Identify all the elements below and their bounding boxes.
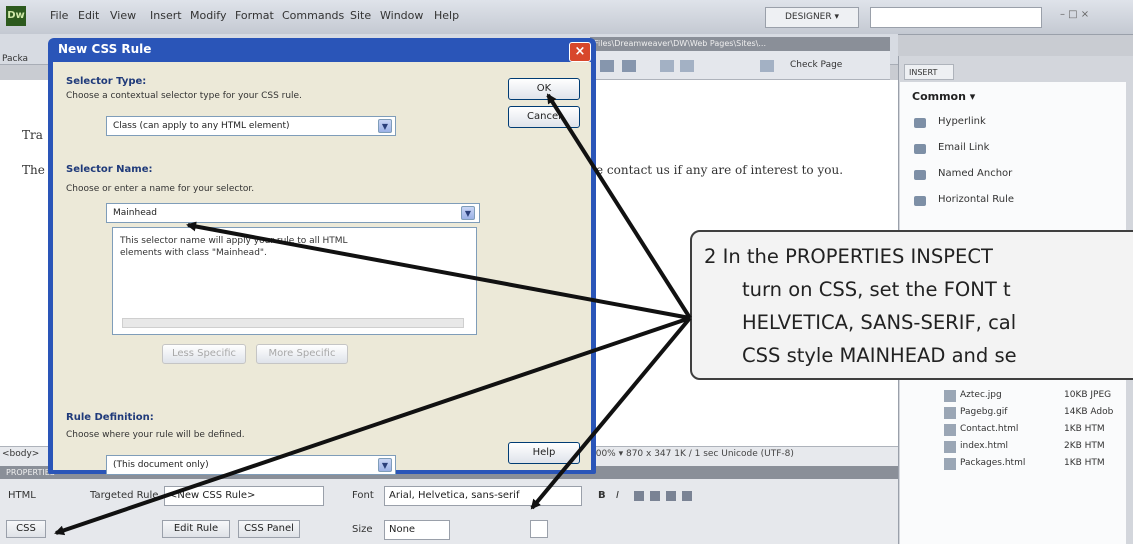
document-text-line: Tra bbox=[22, 128, 43, 142]
file-meta: 1KB HTM bbox=[1064, 458, 1105, 468]
horizontal-rule-icon bbox=[914, 196, 926, 206]
menu-commands[interactable]: Commands bbox=[282, 9, 344, 22]
instruction-line: turn on CSS, set the FONT t bbox=[742, 278, 1011, 301]
check-page-button[interactable]: Check Page bbox=[790, 60, 842, 70]
document-text-line: e contact us if any are of interest to y… bbox=[596, 163, 844, 177]
rule-definition-desc: Choose where your rule will be defined. bbox=[66, 430, 245, 440]
selector-type-desc: Choose a contextual selector type for yo… bbox=[66, 91, 302, 101]
targeted-rule-select[interactable]: <New CSS Rule> bbox=[164, 486, 324, 506]
menu-file[interactable]: File bbox=[50, 9, 68, 22]
email-link-icon bbox=[914, 144, 926, 154]
chevron-down-icon[interactable]: ▼ bbox=[378, 119, 392, 133]
insert-item[interactable]: Email Link bbox=[938, 142, 989, 153]
css-toggle[interactable]: CSS bbox=[6, 520, 46, 538]
help-button[interactable]: Help bbox=[508, 442, 580, 464]
size-label: Size bbox=[352, 524, 373, 535]
close-icon[interactable]: × bbox=[569, 42, 591, 62]
menu-site[interactable]: Site bbox=[350, 9, 371, 22]
instruction-line: HELVETICA, SANS-SERIF, cal bbox=[742, 311, 1017, 334]
chevron-down-icon[interactable]: ▼ bbox=[461, 206, 475, 220]
italic-button[interactable]: I bbox=[616, 490, 619, 501]
cancel-button[interactable]: Cancel bbox=[508, 106, 580, 128]
size-select[interactable]: None bbox=[384, 520, 450, 540]
document-text-line: The bbox=[22, 163, 45, 177]
menu-view[interactable]: View bbox=[110, 9, 136, 22]
selector-name-input[interactable]: Mainhead bbox=[106, 203, 480, 223]
browser-preview-icon[interactable] bbox=[660, 60, 674, 72]
ok-button[interactable]: OK bbox=[508, 78, 580, 100]
align-icons[interactable] bbox=[634, 491, 694, 501]
insert-item[interactable]: Horizontal Rule bbox=[938, 194, 1014, 205]
menu-format[interactable]: Format bbox=[235, 9, 274, 22]
file-meta: 14KB Adob bbox=[1064, 407, 1114, 417]
document-path: Files\Dreamweaver\DW\Web Pages\Sites\... bbox=[590, 37, 890, 51]
horizontal-scrollbar[interactable] bbox=[122, 318, 464, 328]
visual-aids-icon[interactable] bbox=[760, 60, 774, 72]
rule-definition-select[interactable]: (This document only) bbox=[106, 455, 396, 475]
insert-item[interactable]: Named Anchor bbox=[938, 168, 1012, 179]
status-info: 100% ▾ 870 x 347 1K / 1 sec Unicode (UTF… bbox=[590, 449, 794, 459]
search-input[interactable] bbox=[870, 7, 1042, 28]
app-logo: Dw bbox=[6, 6, 26, 26]
rule-definition-title: Rule Definition: bbox=[66, 412, 154, 423]
file-name[interactable]: Contact.html bbox=[960, 424, 1018, 434]
font-select[interactable]: Arial, Helvetica, sans-serif bbox=[384, 486, 582, 506]
insert-item[interactable]: Hyperlink bbox=[938, 116, 986, 127]
menu-modify[interactable]: Modify bbox=[190, 9, 226, 22]
selector-type-title: Selector Type: bbox=[66, 76, 147, 87]
document-tab[interactable]: Packa bbox=[2, 54, 28, 64]
hyperlink-icon bbox=[914, 118, 926, 128]
image-file-icon bbox=[944, 407, 956, 419]
selector-type-select[interactable]: Class (can apply to any HTML element) bbox=[106, 116, 396, 136]
live-code-icon[interactable] bbox=[600, 60, 614, 72]
file-name[interactable]: Aztec.jpg bbox=[960, 390, 1002, 400]
file-name[interactable]: Packages.html bbox=[960, 458, 1025, 468]
html-file-icon bbox=[944, 424, 956, 436]
window-controls[interactable]: – □ × bbox=[1060, 9, 1089, 20]
targeted-rule-label: Targeted Rule bbox=[90, 490, 159, 501]
html-file-icon bbox=[944, 458, 956, 470]
named-anchor-icon bbox=[914, 170, 926, 180]
instruction-line: CSS style MAINHEAD and se bbox=[742, 344, 1017, 367]
bold-button[interactable]: B bbox=[598, 490, 606, 501]
instruction-text: 2 In the PROPERTIES INSPECT turn on CSS,… bbox=[704, 240, 1133, 372]
file-name[interactable]: Pagebg.gif bbox=[960, 407, 1007, 417]
menu-insert[interactable]: Insert bbox=[150, 9, 182, 22]
selector-description: This selector name will apply your rule … bbox=[120, 236, 348, 258]
more-specific-button[interactable]: More Specific bbox=[256, 344, 348, 364]
file-name[interactable]: index.html bbox=[960, 441, 1008, 451]
tag-selector[interactable]: <body> bbox=[2, 449, 39, 459]
menu-help[interactable]: Help bbox=[434, 9, 459, 22]
file-meta: 2KB HTM bbox=[1064, 441, 1105, 451]
html-file-icon bbox=[944, 441, 956, 453]
file-meta: 10KB JPEG bbox=[1064, 390, 1112, 400]
menu-edit[interactable]: Edit bbox=[78, 9, 99, 22]
file-meta: 1KB HTM bbox=[1064, 424, 1105, 434]
chevron-down-icon[interactable]: ▼ bbox=[378, 458, 392, 472]
insert-category-select[interactable]: Common ▾ bbox=[912, 90, 975, 103]
html-toggle[interactable]: HTML bbox=[8, 490, 36, 501]
workspace-switcher[interactable]: DESIGNER ▾ bbox=[765, 7, 859, 28]
less-specific-button[interactable]: Less Specific bbox=[162, 344, 246, 364]
file-management-icon[interactable] bbox=[680, 60, 694, 72]
selector-name-desc: Choose or enter a name for your selector… bbox=[66, 184, 255, 194]
menu-window[interactable]: Window bbox=[380, 9, 423, 22]
edit-rule-button[interactable]: Edit Rule bbox=[162, 520, 230, 538]
inspect-icon[interactable] bbox=[622, 60, 636, 72]
color-swatch[interactable] bbox=[530, 520, 548, 538]
dialog-title: New CSS Rule bbox=[58, 42, 152, 56]
image-file-icon bbox=[944, 390, 956, 402]
font-label: Font bbox=[352, 490, 374, 501]
insert-panel-tab[interactable]: INSERT bbox=[904, 64, 954, 80]
instruction-line: 2 In the PROPERTIES INSPECT bbox=[704, 245, 993, 268]
selector-name-title: Selector Name: bbox=[66, 164, 153, 175]
css-panel-button[interactable]: CSS Panel bbox=[238, 520, 300, 538]
